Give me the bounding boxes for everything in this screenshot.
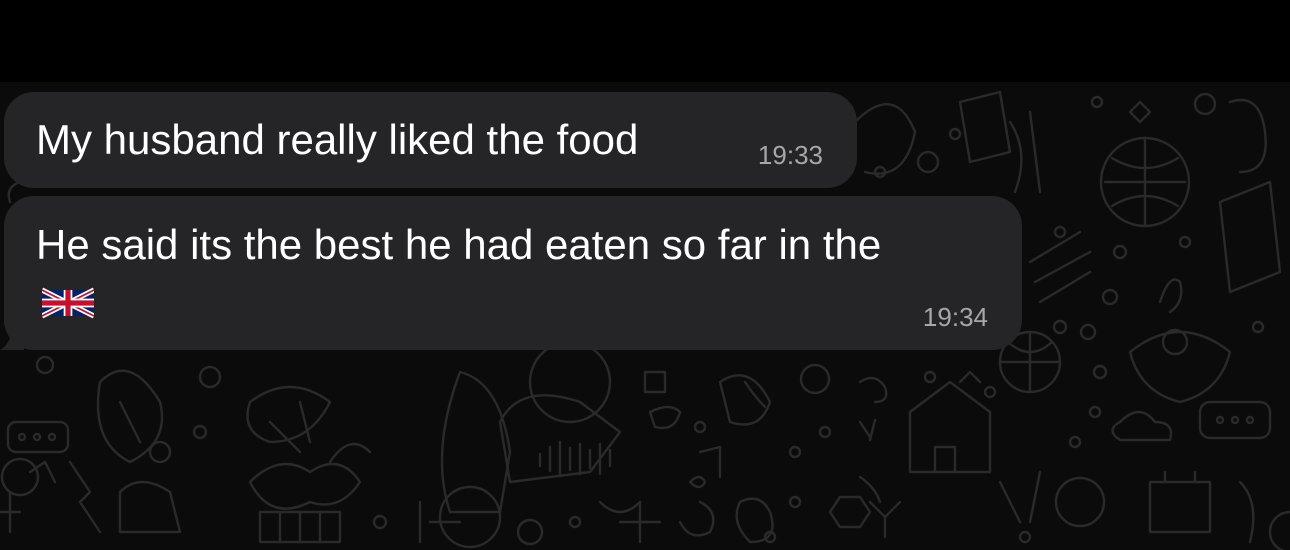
message-text: He said its the best he had eaten so far… bbox=[36, 221, 882, 268]
message-timestamp: 19:33 bbox=[757, 140, 823, 170]
message-timestamp: 19:34 bbox=[922, 302, 988, 332]
flag-united-kingdom-icon bbox=[42, 287, 94, 319]
chat-area[interactable]: My husband really liked the food 19:33 H… bbox=[0, 82, 1290, 550]
message-text: My husband really liked the food bbox=[36, 116, 639, 163]
message-bubble[interactable]: My husband really liked the food 19:33 bbox=[4, 92, 857, 188]
message-bubble[interactable]: He said its the best he had eaten so far… bbox=[4, 196, 1022, 350]
bubble-tail bbox=[0, 314, 24, 350]
top-status-bar bbox=[0, 0, 1290, 82]
